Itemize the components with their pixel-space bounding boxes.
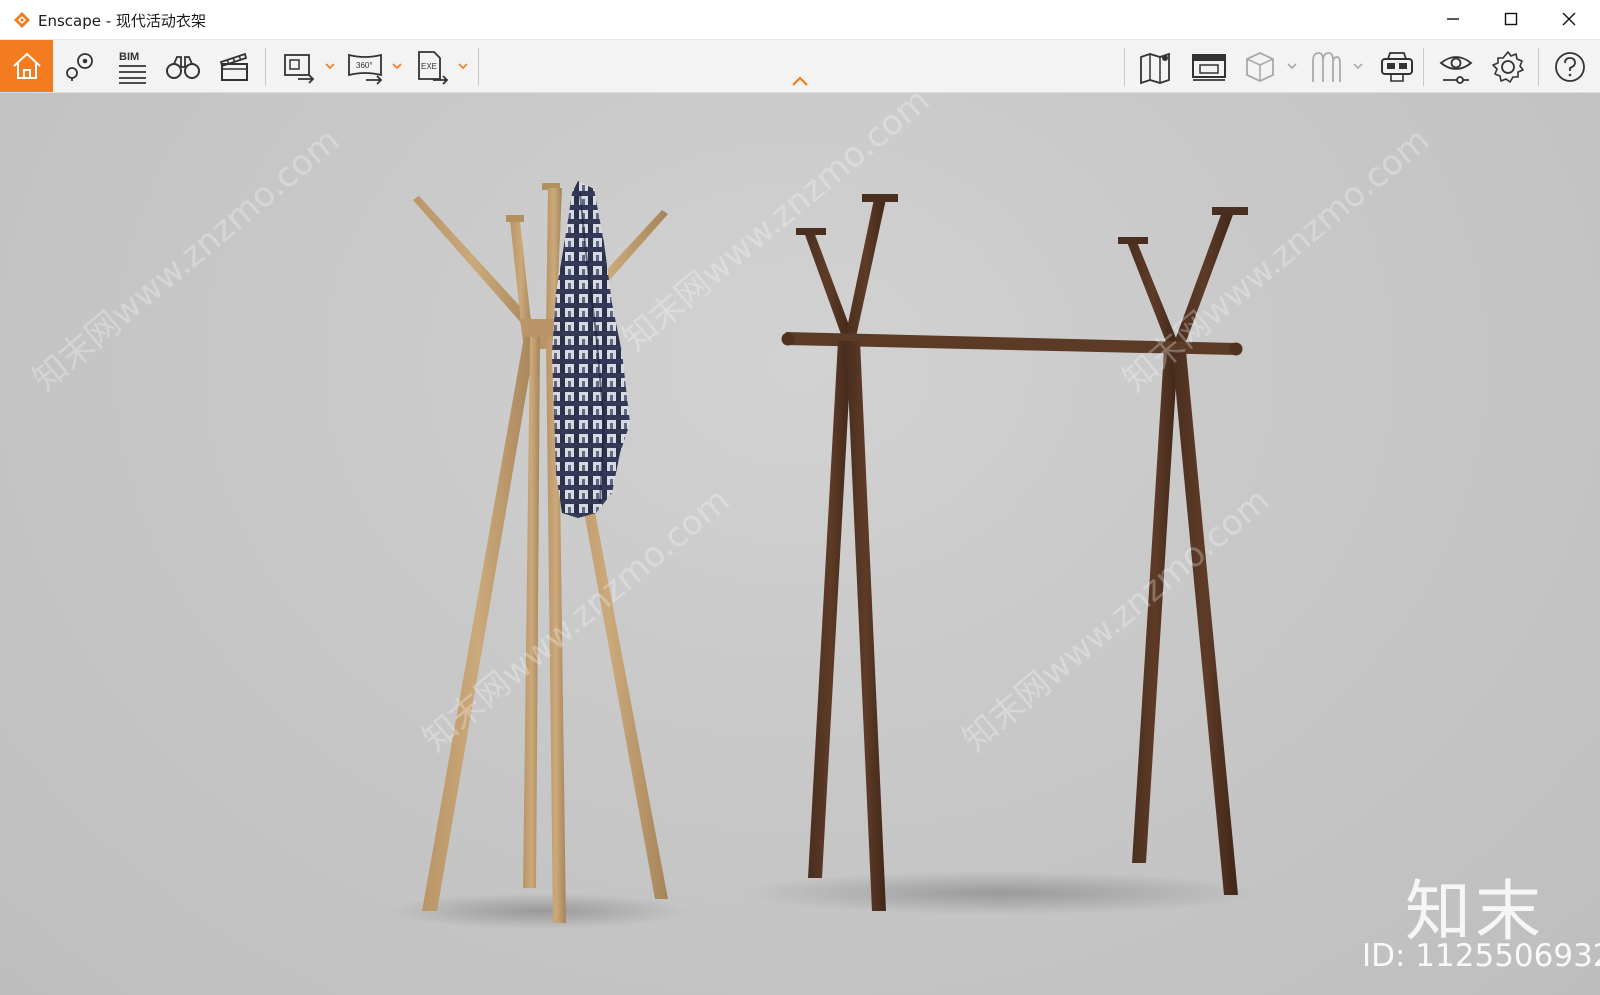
batch-render-dropdown-icon[interactable] [324,60,336,72]
material-editor-dropdown-icon[interactable] [1352,60,1364,72]
exe-export-icon: EXE [418,51,449,85]
render-viewport[interactable]: 知末网www.znzmo.com 知末网www.znzmo.com 知末网www… [0,93,1600,995]
visual-settings-button[interactable] [1432,40,1480,92]
settings-button[interactable] [1484,40,1532,92]
clapperboard-icon [219,52,248,81]
home-button[interactable] [0,40,53,92]
maximize-button[interactable] [1482,0,1540,39]
enscape-logo-icon [14,12,30,28]
collapse-toolbar-icon[interactable] [790,74,810,88]
vr-headset-icon [1381,52,1413,82]
title-bar: Enscape - 现代活动衣架 [0,0,1600,40]
panorama-button[interactable]: 360° [340,40,388,92]
bim-label: BIM [119,51,139,63]
panorama-dropdown-icon[interactable] [391,60,403,72]
toolbar-separator [1423,48,1424,86]
help-icon [1555,52,1585,82]
close-icon [1562,12,1576,26]
close-button[interactable] [1540,0,1598,39]
panorama-label: 360° [356,61,373,70]
binoculars-button[interactable] [159,40,207,92]
bim-button[interactable]: BIM [108,40,156,92]
eye-icon [1439,56,1473,84]
minimize-button[interactable] [1424,0,1482,39]
window-title: Enscape - 现代活动衣架 [38,12,206,30]
batch-render-icon [284,54,315,84]
help-button[interactable] [1546,40,1594,92]
material-editor-button[interactable] [1302,40,1350,92]
exe-label: EXE [421,62,437,71]
map-pin-icon [66,53,93,81]
web-standalone-button[interactable] [1184,40,1232,92]
toolbar-separator [265,48,266,86]
bim-icon: BIM [119,51,146,84]
toolbar-separator [478,48,479,86]
toolbar-separator [1538,48,1539,86]
exe-export-dropdown-icon[interactable] [457,60,469,72]
vr-button[interactable] [1372,40,1420,92]
maximize-icon [1504,12,1518,26]
home-icon [13,52,41,79]
watermark-id: ID: 1125506932 [1362,938,1600,974]
exe-export-button[interactable]: EXE [407,40,455,92]
video-editor-button[interactable] [210,40,258,92]
panorama-360-icon: 360° [348,53,383,85]
batch-render-button[interactable] [274,40,322,92]
asset-library-button[interactable] [1236,40,1284,92]
map-icon [1140,52,1170,85]
cube-icon [1246,52,1274,82]
map-button[interactable] [1132,40,1180,92]
gear-icon [1492,51,1524,83]
asset-library-dropdown-icon[interactable] [1286,60,1298,72]
toolbar-separator [1124,48,1125,86]
views-button[interactable] [56,40,104,92]
binoculars-icon [166,56,200,79]
material-icon [1312,52,1341,82]
minimize-icon [1447,18,1459,20]
web-standalone-icon [1192,54,1226,81]
